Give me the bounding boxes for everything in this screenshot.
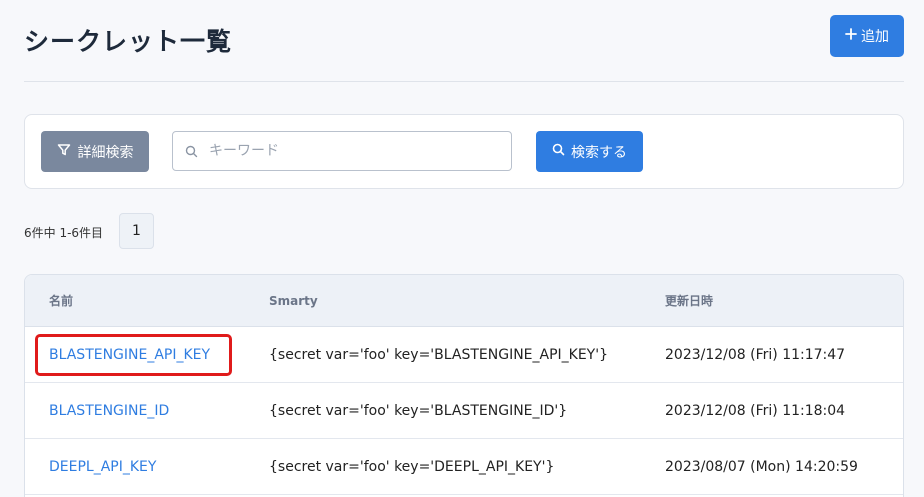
search-icon bbox=[552, 143, 565, 160]
smarty-snippet: {secret var='foo' key='BLASTENGINE_ID'} bbox=[269, 402, 568, 419]
plus-icon bbox=[845, 28, 857, 44]
column-header-updated: 更新日時 bbox=[665, 294, 714, 308]
keyword-search-field[interactable] bbox=[172, 131, 512, 171]
table-row: BLASTENGINE_ID {secret var='foo' key='BL… bbox=[25, 383, 903, 439]
secrets-table: 名前 Smarty 更新日時 BLASTENGINE_API_KEY {secr… bbox=[24, 274, 904, 497]
secret-name-link[interactable]: DEEPL_API_KEY bbox=[49, 459, 156, 475]
add-button[interactable]: 追加 bbox=[830, 15, 904, 57]
column-header-name: 名前 bbox=[49, 294, 74, 308]
smarty-snippet: {secret var='foo' key='BLASTENGINE_API_K… bbox=[269, 346, 608, 363]
table-row: DEEPL_API_KEY {secret var='foo' key='DEE… bbox=[25, 439, 903, 495]
search-submit-button[interactable]: 検索する bbox=[536, 131, 643, 172]
table-header: 名前 Smarty 更新日時 bbox=[25, 275, 903, 327]
add-button-label: 追加 bbox=[861, 29, 889, 45]
updated-at: 2023/12/08 (Fri) 11:17:47 bbox=[665, 346, 846, 363]
column-header-smarty: Smarty bbox=[269, 293, 318, 308]
search-submit-label: 検索する bbox=[571, 144, 627, 161]
updated-at: 2023/08/07 (Mon) 14:20:59 bbox=[665, 458, 858, 475]
advanced-search-button[interactable]: 詳細検索 bbox=[41, 131, 149, 172]
secret-name-link[interactable]: BLASTENGINE_API_KEY bbox=[49, 347, 210, 363]
pagination-summary: 6件中 1-6件目 bbox=[24, 226, 104, 240]
advanced-search-label: 詳細検索 bbox=[77, 144, 134, 161]
search-panel: 詳細検索 検索する bbox=[24, 114, 904, 189]
smarty-snippet: {secret var='foo' key='DEEPL_API_KEY'} bbox=[269, 458, 555, 475]
table-row: BLASTENGINE_API_KEY {secret var='foo' ke… bbox=[25, 327, 903, 383]
secret-name-link[interactable]: BLASTENGINE_ID bbox=[49, 403, 169, 419]
keyword-search-input[interactable] bbox=[209, 132, 511, 170]
header-divider bbox=[24, 81, 904, 82]
updated-at: 2023/12/08 (Fri) 11:18:04 bbox=[665, 402, 846, 419]
filter-icon bbox=[57, 143, 71, 161]
page-button-1[interactable]: 1 bbox=[119, 213, 154, 249]
page-title: シークレット一覧 bbox=[24, 27, 233, 56]
search-icon bbox=[173, 145, 209, 158]
